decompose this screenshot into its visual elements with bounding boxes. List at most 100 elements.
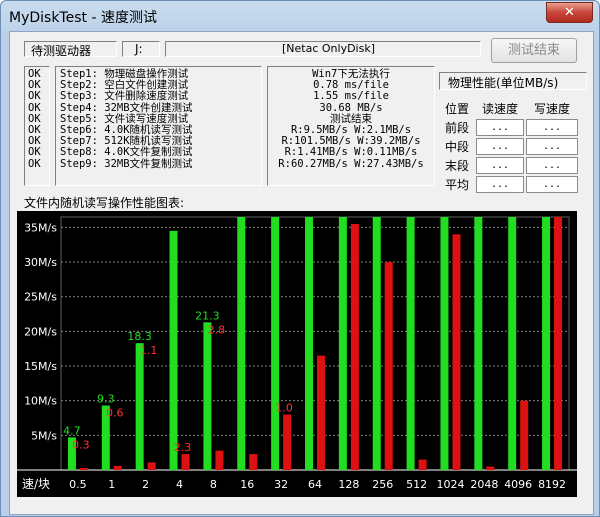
step-status-column: OK OK OK OK OK OK OK OK OK (24, 66, 50, 186)
read-bar (372, 217, 381, 470)
x-axis-label: 速/块 (22, 477, 50, 491)
perf-row: 中段 ... ... (440, 138, 578, 155)
x-tick-label: 16 (240, 478, 254, 491)
x-tick-label: 2 (142, 478, 149, 491)
x-tick-label: 512 (406, 478, 427, 491)
read-data-label: 21.3 (195, 309, 220, 322)
read-bar (305, 217, 313, 470)
x-tick-label: 0.5 (69, 478, 87, 491)
read-bar (237, 217, 246, 470)
drive-letter: J: (135, 42, 143, 56)
write-data-label: 2.8 (208, 323, 226, 336)
x-tick-label: 128 (338, 478, 359, 491)
perf-pos: 前段 (440, 119, 474, 136)
read-bar (542, 217, 551, 470)
write-data-label: 0.6 (106, 407, 124, 420)
y-tick-label: 25M/s (24, 291, 57, 304)
x-tick-label: 8192 (538, 478, 566, 491)
x-tick-label: 8 (210, 478, 217, 491)
perf-read: ... (476, 119, 524, 136)
chart-svg: 5M/s 10M/s 15M/s 20M/s 25M/s 30M/s 35M/s 速/块 4.7… (17, 216, 577, 491)
drive-letter-box[interactable]: J: (122, 41, 160, 57)
read-bar (406, 217, 415, 470)
read-bar (135, 343, 144, 470)
step-result: R:1.41MB/s W:0.11MB/s (284, 146, 418, 159)
x-tick-label: 4096 (504, 478, 532, 491)
read-bar (474, 217, 483, 470)
drive-status: 待测驱动器 (31, 44, 92, 58)
x-tick-label: 32 (274, 478, 288, 491)
x-tick-label: 1024 (436, 478, 464, 491)
write-data-label: 1.0 (275, 402, 293, 415)
write-bar (486, 466, 495, 470)
y-tick-label: 35M/s (24, 221, 57, 234)
step-label: Step8: 4.0K文件复制测试 (60, 146, 193, 159)
step-status: OK (28, 90, 41, 103)
perf-row: 平均 ... ... (440, 176, 578, 193)
read-data-label: 9.3 (97, 393, 115, 406)
step-status: OK (28, 146, 41, 159)
drive-status-box: 待测驱动器 (24, 41, 117, 58)
step-result: R:60.27MB/s W:27.43MB/s (278, 157, 424, 170)
perf-row: 前段 ... ... (440, 119, 578, 136)
perf-header-row: 位置 读速度 写速度 (440, 100, 578, 117)
write-bar (554, 217, 563, 470)
read-data-label: 18.3 (127, 330, 152, 343)
write-bar (350, 223, 359, 470)
read-bar (508, 217, 517, 470)
drive-name: [Netac OnlyDisk] (282, 42, 376, 55)
read-bar (440, 217, 449, 470)
app-window: MyDiskTest - 速度测试 ✕ 待测驱动器 J: [Netac Only… (0, 0, 600, 517)
x-tick-label: 256 (372, 478, 393, 491)
perf-title: 物理性能(单位MB/s) (448, 76, 559, 90)
x-tick-label: 2048 (470, 478, 498, 491)
perf-header-read: 读速度 (476, 100, 524, 117)
drive-name-box: [Netac OnlyDisk] (165, 41, 481, 57)
write-bar (520, 400, 529, 470)
y-tick-label: 5M/s (31, 429, 57, 442)
x-tick-label: 1 (108, 478, 115, 491)
write-bar (147, 462, 156, 470)
read-data-label: 4.7 (63, 424, 81, 437)
perf-header-write: 写速度 (526, 100, 578, 117)
write-data-label: 0.3 (72, 438, 90, 451)
perf-title-box: 物理性能(单位MB/s) (439, 72, 587, 90)
window-title: MyDiskTest - 速度测试 (9, 10, 157, 26)
perf-pos: 中段 (440, 138, 474, 155)
perf-header-pos: 位置 (440, 100, 474, 117)
write-bar (452, 234, 461, 470)
perf-write: ... (526, 138, 578, 155)
close-button[interactable]: ✕ (546, 2, 593, 23)
y-tick-label: 20M/s (24, 325, 57, 338)
read-bar (203, 322, 212, 470)
chart-title: 文件内随机读写操作性能图表: (24, 196, 185, 210)
x-tick-label: 4 (176, 478, 183, 491)
write-bar (79, 467, 88, 470)
write-bar (384, 262, 393, 470)
write-bar (317, 355, 325, 470)
perf-read: ... (476, 176, 524, 193)
perf-table: 位置 读速度 写速度 前段 ... ... 中段 ... ... 末段 ... … (438, 98, 580, 195)
write-bar (249, 454, 258, 470)
x-tick-label: 64 (308, 478, 322, 491)
y-tick-label: 10M/s (24, 395, 57, 408)
chart-area: 5M/s 10M/s 15M/s 20M/s 25M/s 30M/s 35M/s 速/块 4.7… (17, 211, 577, 497)
write-bar (283, 414, 292, 470)
read-bar (169, 230, 178, 470)
y-tick-label: 15M/s (24, 360, 57, 373)
step-list: Step1: 物理磁盘操作测试 Step2: 空白文件创建测试 Step3: 文件删… (55, 66, 262, 186)
y-tick-label: 30M/s (24, 256, 57, 269)
finish-button[interactable]: 测试结束 (491, 38, 577, 63)
write-bar (215, 450, 224, 470)
step-status: OK (28, 157, 41, 170)
title-bar[interactable]: MyDiskTest - 速度测试 ✕ (1, 1, 600, 31)
perf-write: ... (526, 119, 578, 136)
step-label: Step9: 32MB文件复制测试 (60, 157, 193, 170)
write-bar (418, 459, 427, 470)
read-bar (338, 217, 347, 470)
step-result: 1.55 ms/file (313, 90, 389, 103)
perf-pos: 末段 (440, 157, 474, 174)
result-list: Win7下无法执行 0.78 ms/file 1.55 ms/file 30.68 M… (267, 66, 435, 186)
perf-row: 末段 ... ... (440, 157, 578, 174)
close-icon: ✕ (564, 5, 575, 20)
